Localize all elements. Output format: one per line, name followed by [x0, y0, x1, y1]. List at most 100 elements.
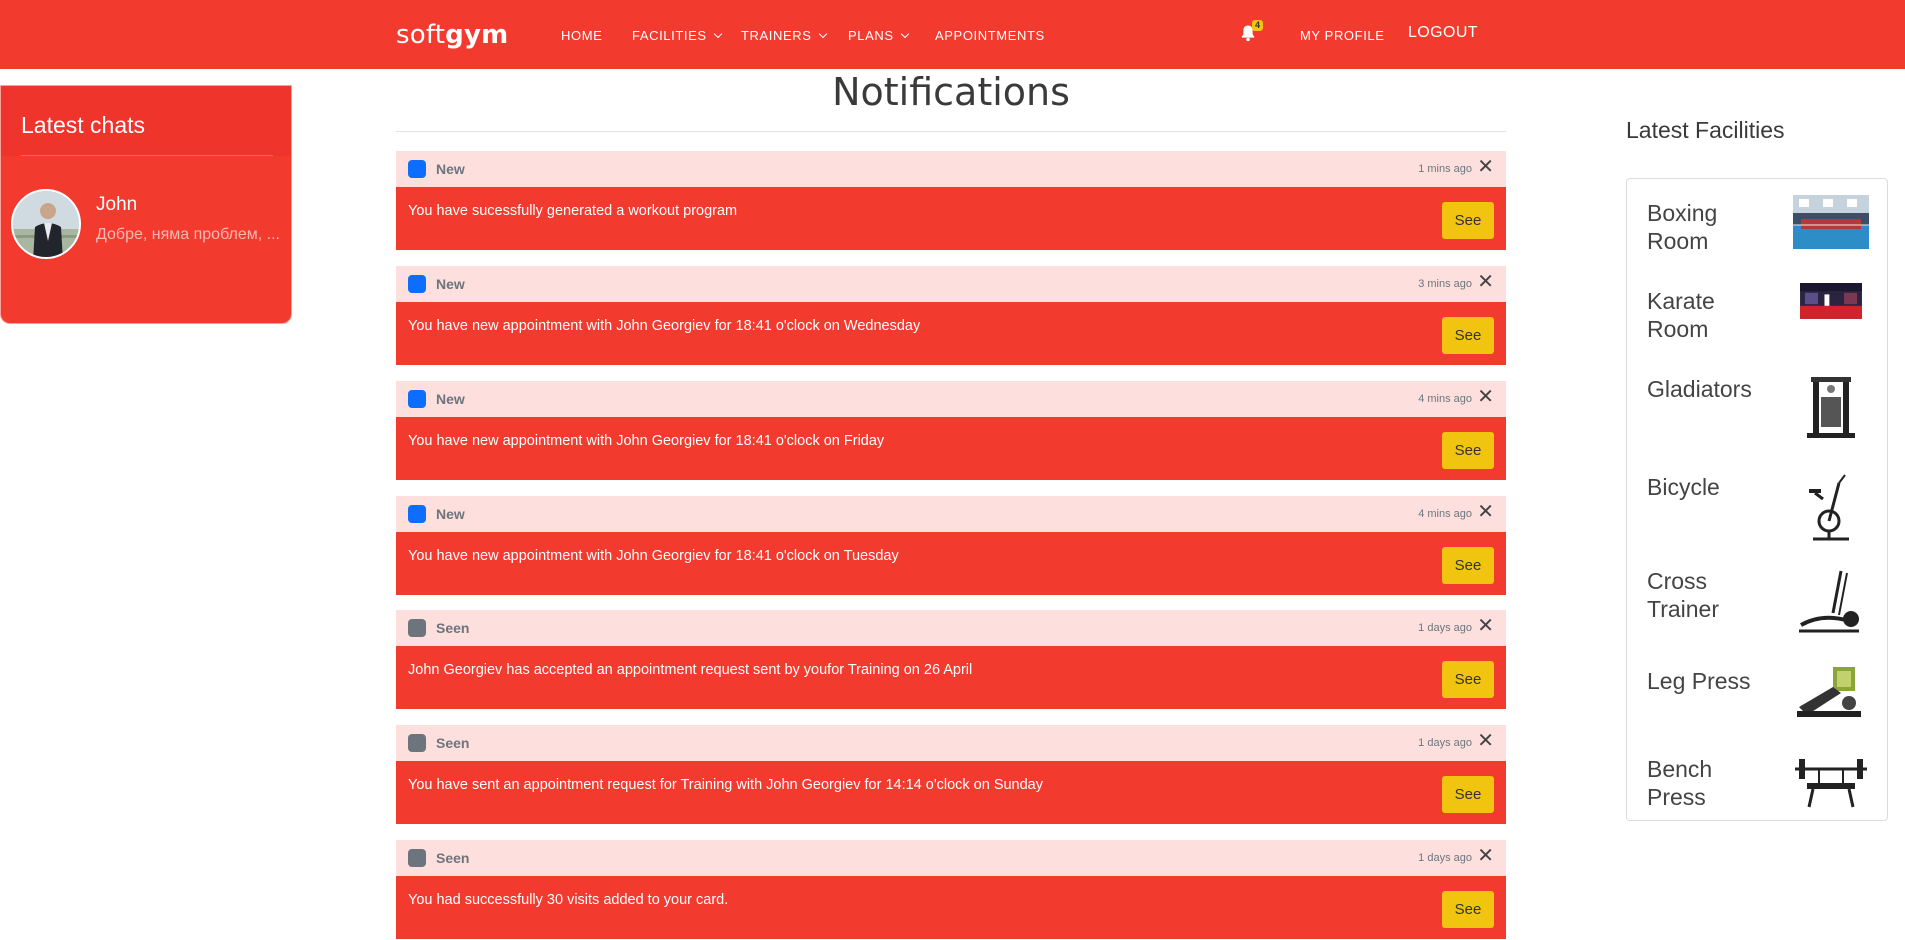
- notification-time: 4 mins ago: [1418, 393, 1472, 405]
- chevron-down-icon: [818, 29, 827, 39]
- close-icon[interactable]: ✕: [1477, 616, 1494, 636]
- notification-status: Seen: [436, 620, 470, 636]
- logout-link[interactable]: LOGOUT: [1408, 24, 1478, 42]
- chevron-down-icon: [713, 29, 722, 39]
- facility-name: Bench Press: [1647, 756, 1713, 810]
- nav-trainers-label: TRAINERS: [741, 28, 812, 43]
- notification-body: You have new appointment with John Georg…: [396, 302, 1506, 365]
- notification-body: You have new appointment with John Georg…: [396, 417, 1506, 480]
- notification-time: 1 days ago: [1418, 737, 1472, 749]
- status-square-icon: [408, 275, 426, 293]
- notification-body: You have sent an appointment request for…: [396, 761, 1506, 824]
- close-icon[interactable]: ✕: [1477, 272, 1494, 292]
- notification-card: Seen 1 days ago ✕ You had successfully 3…: [396, 840, 1506, 940]
- nav-facilities-label: FACILITIES: [632, 28, 707, 43]
- notification-text: You had successfully 30 visits added to …: [408, 892, 729, 908]
- see-button[interactable]: See: [1442, 202, 1494, 239]
- notification-header: Seen 1 days ago ✕: [396, 610, 1506, 646]
- notification-text: You have new appointment with John Georg…: [408, 318, 921, 334]
- brand-light-text: soft: [396, 20, 446, 50]
- facility-name: Karate Room: [1647, 288, 1715, 342]
- notification-body: You have sucessfully generated a workout…: [396, 187, 1506, 250]
- notification-status: New: [436, 276, 465, 292]
- notification-time: 1 days ago: [1418, 852, 1472, 864]
- notification-status: New: [436, 391, 465, 407]
- nav-plans[interactable]: PLANS: [848, 28, 909, 43]
- avatar[interactable]: [11, 189, 81, 259]
- facility-item-boxing-room[interactable]: Boxing Room: [1627, 185, 1889, 279]
- status-square-icon: [408, 734, 426, 752]
- status-square-icon: [408, 160, 426, 178]
- notification-body: You had successfully 30 visits added to …: [396, 876, 1506, 939]
- see-button[interactable]: See: [1442, 432, 1494, 469]
- facility-item-bicycle[interactable]: Bicycle: [1627, 459, 1889, 553]
- notification-time: 4 mins ago: [1418, 508, 1472, 520]
- bench-press-icon: [1795, 759, 1867, 808]
- facility-name: Bicycle: [1647, 474, 1720, 500]
- facility-name: Leg Press: [1647, 668, 1751, 694]
- nav-facilities[interactable]: FACILITIES: [632, 28, 722, 43]
- brand-bold-text: gym: [445, 20, 509, 50]
- latest-chats-title: Latest chats: [21, 112, 146, 138]
- nav-plans-label: PLANS: [848, 28, 894, 43]
- notification-header: Seen 1 days ago ✕: [396, 725, 1506, 761]
- cross-trainer-icon: [1799, 570, 1859, 633]
- see-button[interactable]: See: [1442, 317, 1494, 354]
- brand-logo[interactable]: softgym: [396, 20, 508, 50]
- notification-text: You have sucessfully generated a workout…: [408, 203, 738, 219]
- chat-contact-name[interactable]: John: [96, 194, 137, 216]
- notification-header: New 4 mins ago ✕: [396, 381, 1506, 417]
- nav-home[interactable]: HOME: [561, 28, 602, 43]
- status-square-icon: [408, 505, 426, 523]
- close-icon[interactable]: ✕: [1477, 387, 1494, 407]
- notification-card: New 1 mins ago ✕ You have sucessfully ge…: [396, 151, 1506, 251]
- close-icon[interactable]: ✕: [1477, 731, 1494, 751]
- latest-chats-panel: Latest chats John Добре, няма проблем, .…: [0, 85, 292, 324]
- close-icon[interactable]: ✕: [1477, 502, 1494, 522]
- gladiators-machine-icon: [1807, 377, 1855, 438]
- notification-time: 1 mins ago: [1418, 163, 1472, 175]
- notification-header: New 4 mins ago ✕: [396, 496, 1506, 532]
- notification-status: New: [436, 506, 465, 522]
- nav-trainers[interactable]: TRAINERS: [741, 28, 827, 43]
- boxing-room-photo-icon: [1793, 195, 1869, 249]
- close-icon[interactable]: ✕: [1477, 157, 1494, 177]
- facility-item-karate-room[interactable]: Karate Room: [1627, 273, 1889, 367]
- see-button[interactable]: See: [1442, 891, 1494, 928]
- notification-body: You have new appointment with John Georg…: [396, 532, 1506, 595]
- chevron-down-icon: [900, 29, 909, 39]
- page-title: Notifications: [832, 70, 1070, 114]
- facility-name: Boxing Room: [1647, 200, 1718, 254]
- notification-text: You have new appointment with John Georg…: [408, 433, 885, 449]
- nav-appointments[interactable]: APPOINTMENTS: [935, 28, 1045, 43]
- notification-card: New 4 mins ago ✕ You have new appointmen…: [396, 381, 1506, 481]
- notification-body: John Georgiev has accepted an appointmen…: [396, 646, 1506, 709]
- facility-item-gladiators[interactable]: Gladiators: [1627, 361, 1889, 455]
- notification-text: You have sent an appointment request for…: [408, 777, 1043, 793]
- person-photo-icon: [13, 191, 79, 257]
- see-button[interactable]: See: [1442, 661, 1494, 698]
- divider: [21, 155, 273, 156]
- facility-name: Gladiators: [1647, 376, 1752, 402]
- facility-item-cross-trainer[interactable]: Cross Trainer: [1627, 553, 1889, 647]
- latest-facilities-title: Latest Facilities: [1626, 117, 1785, 143]
- notification-header: Seen 1 days ago ✕: [396, 840, 1506, 876]
- see-button[interactable]: See: [1442, 776, 1494, 813]
- leg-press-machine-icon: [1797, 667, 1861, 717]
- notification-status: Seen: [436, 735, 470, 751]
- notification-card: New 3 mins ago ✕ You have new appointmen…: [396, 266, 1506, 366]
- exercise-bike-icon: [1809, 474, 1849, 541]
- nav-my-profile[interactable]: MY PROFILE: [1300, 28, 1385, 43]
- notification-status: Seen: [436, 850, 470, 866]
- notification-time: 1 days ago: [1418, 622, 1472, 634]
- see-button[interactable]: See: [1442, 547, 1494, 584]
- close-icon[interactable]: ✕: [1477, 846, 1494, 866]
- notification-card: New 4 mins ago ✕ You have new appointmen…: [396, 496, 1506, 596]
- facility-name: Cross Trainer: [1647, 568, 1719, 622]
- notification-count-badge: 4: [1252, 20, 1264, 31]
- facility-item-bench-press[interactable]: Bench Press: [1627, 741, 1889, 835]
- status-square-icon: [408, 849, 426, 867]
- notification-text: John Georgiev has accepted an appointmen…: [408, 662, 973, 678]
- top-navbar: softgym HOME FACILITIES TRAINERS PLANS A…: [0, 0, 1905, 69]
- facility-item-leg-press[interactable]: Leg Press: [1627, 653, 1889, 747]
